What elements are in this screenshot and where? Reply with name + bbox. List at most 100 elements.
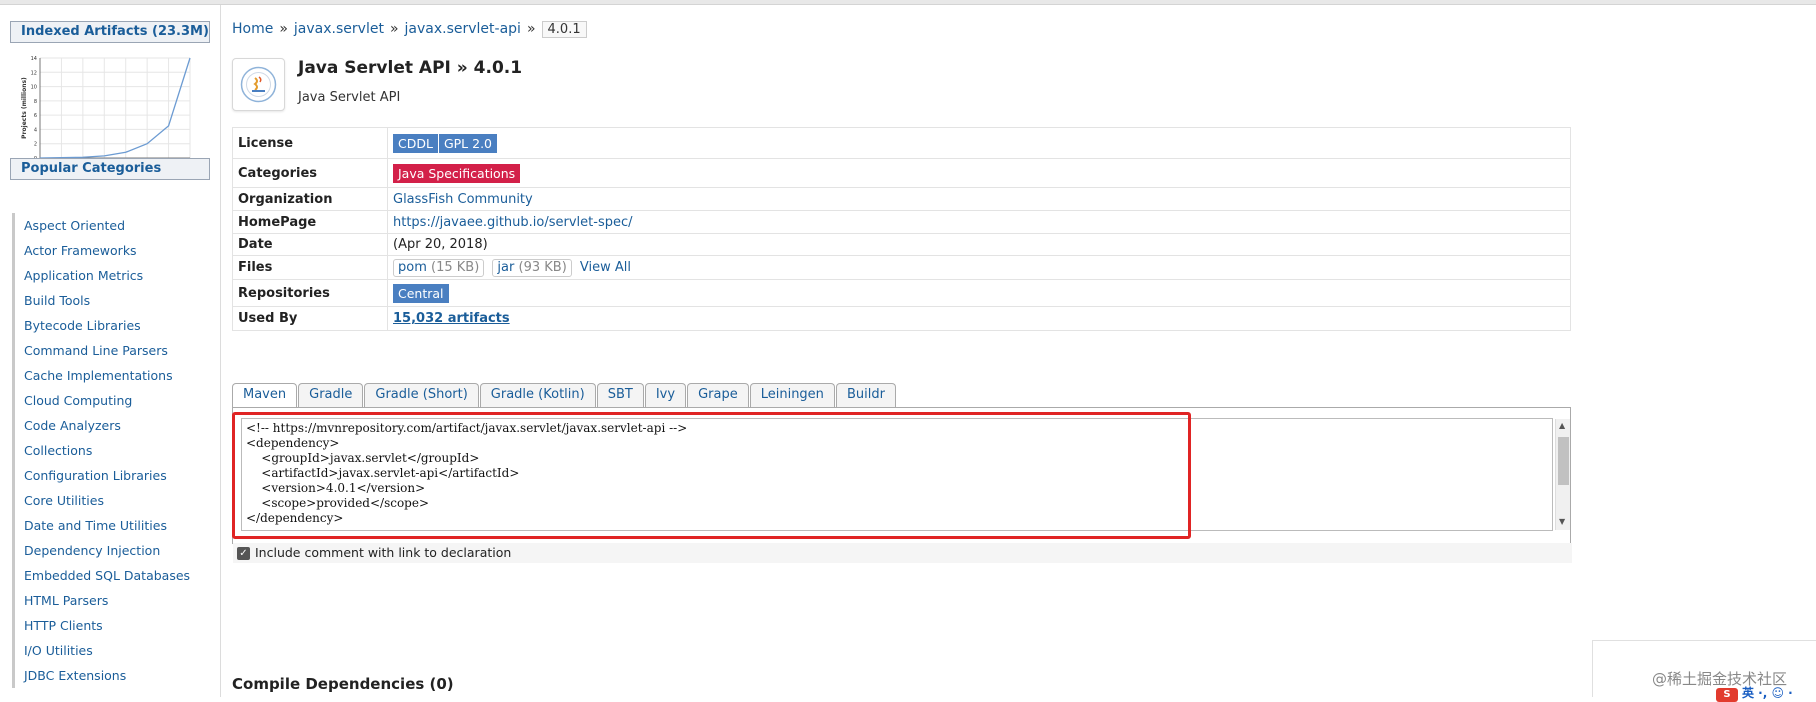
info-label: Files — [232, 255, 388, 280]
category-link[interactable]: Application Metrics — [15, 263, 212, 288]
category-link[interactable]: Date and Time Utilities — [15, 513, 212, 538]
category-link[interactable]: Code Analyzers — [15, 413, 212, 438]
breadcrumb-home-link[interactable]: Home — [232, 21, 273, 37]
category-link[interactable]: Cache Implementations — [15, 363, 212, 388]
tab-gradle-short[interactable]: Gradle (Short) — [364, 383, 479, 407]
info-value: (Apr 20, 2018) — [387, 233, 1571, 256]
info-label: Used By — [232, 306, 388, 331]
file-jar-link[interactable]: jar (93 KB) — [492, 258, 572, 277]
scrollbar-thumb[interactable] — [1558, 437, 1569, 485]
homepage-link[interactable]: https://javaee.github.io/servlet-spec/ — [393, 215, 633, 230]
ime-logo-icon: S — [1716, 688, 1738, 702]
category-link[interactable]: Aspect Oriented — [15, 213, 212, 238]
page-subtitle: Java Servlet API — [298, 90, 401, 105]
license-badge-cddl[interactable]: CDDL — [393, 133, 438, 153]
used-by-link[interactable]: 15,032 artifacts — [393, 311, 510, 326]
repository-badge[interactable]: Central — [393, 283, 449, 303]
artifact-info-table: License CDDL GPL 2.0 Categories Java Spec… — [232, 127, 1571, 331]
info-row-homepage: HomePage https://javaee.github.io/servle… — [232, 210, 1571, 234]
tab-ivy[interactable]: Ivy — [644, 383, 687, 407]
category-link[interactable]: Dependency Injection — [15, 538, 212, 563]
ime-toolbar[interactable]: S 英 ·, ☺ · — [1716, 684, 1793, 702]
info-row-organization: Organization GlassFish Community — [232, 187, 1571, 211]
info-row-license: License CDDL GPL 2.0 — [232, 127, 1571, 159]
main-content: Home » javax.servlet » javax.servlet-api » 4.0… — [232, 5, 1572, 697]
info-label: Categories — [232, 158, 388, 188]
chart-y-tick-label: 10 — [31, 85, 37, 91]
breadcrumb-separator: » — [279, 21, 288, 37]
info-value: GlassFish Community — [387, 187, 1571, 211]
info-label: License — [232, 127, 388, 159]
category-badge[interactable]: Java Specifications — [393, 163, 521, 183]
file-name: pom — [398, 259, 427, 275]
license-badge-gpl[interactable]: GPL 2.0 — [438, 133, 497, 153]
popular-categories-heading: Popular Categories — [10, 158, 210, 180]
category-link[interactable]: HTTP Clients — [15, 613, 212, 638]
info-value: Central — [387, 279, 1571, 307]
category-link[interactable]: Bytecode Libraries — [15, 313, 212, 338]
snippet-scrollbar[interactable]: ▲ ▼ — [1555, 419, 1570, 530]
breadcrumb-version: 4.0.1 — [541, 21, 587, 38]
category-link[interactable]: HTML Parsers — [15, 588, 212, 613]
breadcrumb-artifact-link[interactable]: javax.servlet-api — [405, 21, 521, 37]
info-value: 15,032 artifacts — [387, 306, 1571, 331]
category-link[interactable]: I/O Utilities — [15, 638, 212, 663]
category-link[interactable]: JDBC Extensions — [15, 663, 212, 688]
chart-y-tick-label: 14 — [31, 56, 37, 62]
category-link[interactable]: Embedded SQL Databases — [15, 563, 212, 588]
category-link[interactable]: Actor Frameworks — [15, 238, 212, 263]
page-title: Java Servlet API » 4.0.1 — [298, 58, 523, 78]
sidebar: Indexed Artifacts (23.3M) 02468101214200… — [0, 5, 221, 697]
tab-gradle-kotlin[interactable]: Gradle (Kotlin) — [479, 383, 596, 407]
breadcrumb-separator: » — [389, 21, 399, 37]
info-row-used-by: Used By 15,032 artifacts — [232, 306, 1571, 331]
chart-y-tick-label: 8 — [34, 99, 37, 105]
category-link[interactable]: Build Tools — [15, 288, 212, 313]
tab-sbt[interactable]: SBT — [596, 383, 644, 407]
info-label: Date — [232, 233, 388, 256]
file-size: (93 KB) — [518, 259, 567, 275]
info-row-repositories: Repositories Central — [232, 279, 1571, 307]
chart-y-tick-label: 4 — [34, 127, 37, 133]
highlight-annotation-box — [232, 412, 1191, 539]
chart-y-tick-label: 6 — [34, 113, 37, 119]
breadcrumb-separator: » — [526, 21, 536, 37]
category-link[interactable]: Command Line Parsers — [15, 338, 212, 363]
tab-leiningen[interactable]: Leiningen — [749, 383, 835, 407]
breadcrumb-group-link[interactable]: javax.servlet — [294, 21, 384, 37]
info-row-date: Date (Apr 20, 2018) — [232, 233, 1571, 256]
category-link[interactable]: Configuration Libraries — [15, 463, 212, 488]
info-value: Java Specifications — [387, 158, 1571, 188]
java-logo-icon — [240, 66, 277, 103]
chart-y-label: Projects (millions) — [21, 77, 28, 139]
breadcrumb: Home » javax.servlet » javax.servlet-api » 4.0… — [232, 19, 587, 39]
scroll-down-icon[interactable]: ▼ — [1559, 517, 1565, 526]
info-value: pom (15 KB) jar (93 KB) View All — [387, 255, 1571, 280]
tab-buildr[interactable]: Buildr — [835, 383, 896, 407]
file-name: jar — [497, 259, 515, 275]
category-link[interactable]: Core Utilities — [15, 488, 212, 513]
category-link[interactable]: Cloud Computing — [15, 388, 212, 413]
include-comment-checkbox[interactable]: ✓ — [237, 546, 250, 560]
scroll-up-icon[interactable]: ▲ — [1559, 421, 1565, 430]
info-label: Repositories — [232, 279, 388, 307]
tab-maven[interactable]: Maven — [232, 383, 298, 407]
info-value: https://javaee.github.io/servlet-spec/ — [387, 210, 1571, 234]
file-pom-link[interactable]: pom (15 KB) — [393, 258, 485, 277]
organization-link[interactable]: GlassFish Community — [393, 192, 533, 207]
info-label: HomePage — [232, 210, 388, 234]
info-row-files: Files pom (15 KB) jar (93 KB) View All — [232, 255, 1571, 280]
project-logo — [232, 58, 285, 111]
indexed-artifacts-heading[interactable]: Indexed Artifacts (23.3M) — [10, 21, 210, 43]
compile-dependencies-heading: Compile Dependencies (0) — [232, 675, 454, 693]
tab-gradle[interactable]: Gradle — [298, 383, 364, 407]
tab-grape[interactable]: Grape — [687, 383, 749, 407]
include-comment-label: Include comment with link to declaration — [255, 545, 512, 560]
file-size: (15 KB) — [431, 259, 480, 275]
chart-series-line — [39, 57, 191, 159]
chart-y-tick-label: 2 — [34, 142, 37, 148]
view-all-files-link[interactable]: View All — [580, 260, 631, 275]
include-comment-row: ✓ Include comment with link to declaratio… — [233, 543, 1572, 563]
category-link[interactable]: Collections — [15, 438, 212, 463]
build-tool-tabs: Maven Gradle Gradle (Short) Gradle (Kotlin)… — [232, 383, 897, 407]
